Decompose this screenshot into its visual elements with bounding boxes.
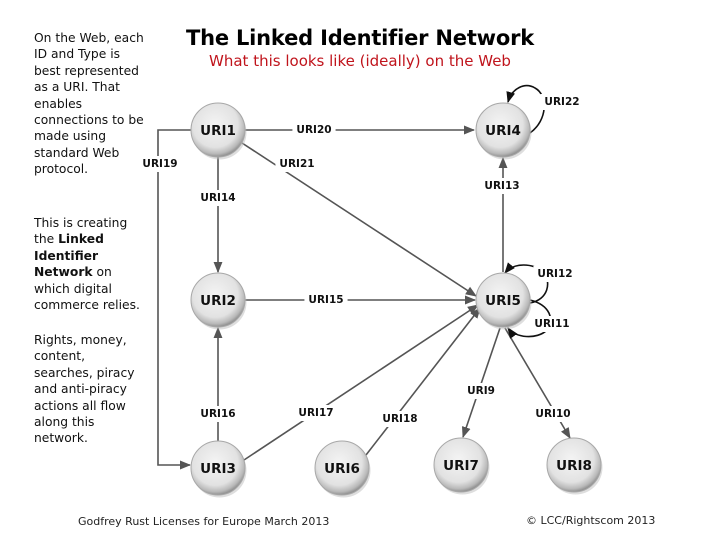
network-diagram: URI14 URI19 URI20 URI21 URI13 URI22 URI15 URI16…	[138, 84, 603, 498]
node-label: URI7	[443, 458, 479, 474]
edge-label-uri18: URI18	[382, 413, 417, 425]
footer-credit: Godfrey Rust Licenses for Europe March 2…	[78, 515, 330, 528]
node-uri5: URI5	[475, 272, 532, 330]
node-uri1: URI1	[190, 102, 247, 160]
edge-label-uri14: URI14	[200, 192, 235, 204]
node-uri6: URI6	[314, 440, 371, 498]
edge-label-uri11: URI11	[534, 318, 569, 330]
footer-copyright: © LCC/Rightscom 2013	[526, 514, 656, 527]
edge-label-uri10: URI10	[535, 408, 570, 420]
edge-uri9	[461, 327, 501, 439]
edge-uri19	[157, 129, 192, 470]
node-uri8: URI8	[546, 437, 603, 495]
edge-label-uri17: URI17	[298, 407, 333, 419]
edge-label-uri12: URI12	[537, 268, 572, 280]
edge-uri18	[365, 307, 481, 456]
edge-label-uri9: URI9	[467, 385, 495, 397]
node-label: URI1	[200, 123, 236, 139]
node-label: URI5	[485, 293, 521, 309]
edge-label-uri15: URI15	[308, 294, 343, 306]
node-label: URI3	[200, 461, 236, 477]
node-label: URI2	[200, 293, 236, 309]
node-uri2: URI2	[190, 272, 247, 330]
node-uri7: URI7	[433, 437, 490, 495]
node-label: URI4	[485, 123, 521, 139]
edge-label-uri16: URI16	[200, 408, 235, 420]
node-uri3: URI3	[190, 440, 247, 498]
edge-label-uri21: URI21	[279, 158, 314, 170]
edge-label-uri20: URI20	[296, 124, 331, 136]
node-uri4: URI4	[475, 102, 532, 160]
edge-uri17	[243, 304, 479, 461]
node-label: URI8	[556, 458, 592, 474]
node-label: URI6	[324, 461, 360, 477]
edge-label-uri22: URI22	[544, 96, 579, 108]
edge-label-uri13: URI13	[484, 180, 519, 192]
edge-label-uri19: URI19	[142, 158, 177, 170]
